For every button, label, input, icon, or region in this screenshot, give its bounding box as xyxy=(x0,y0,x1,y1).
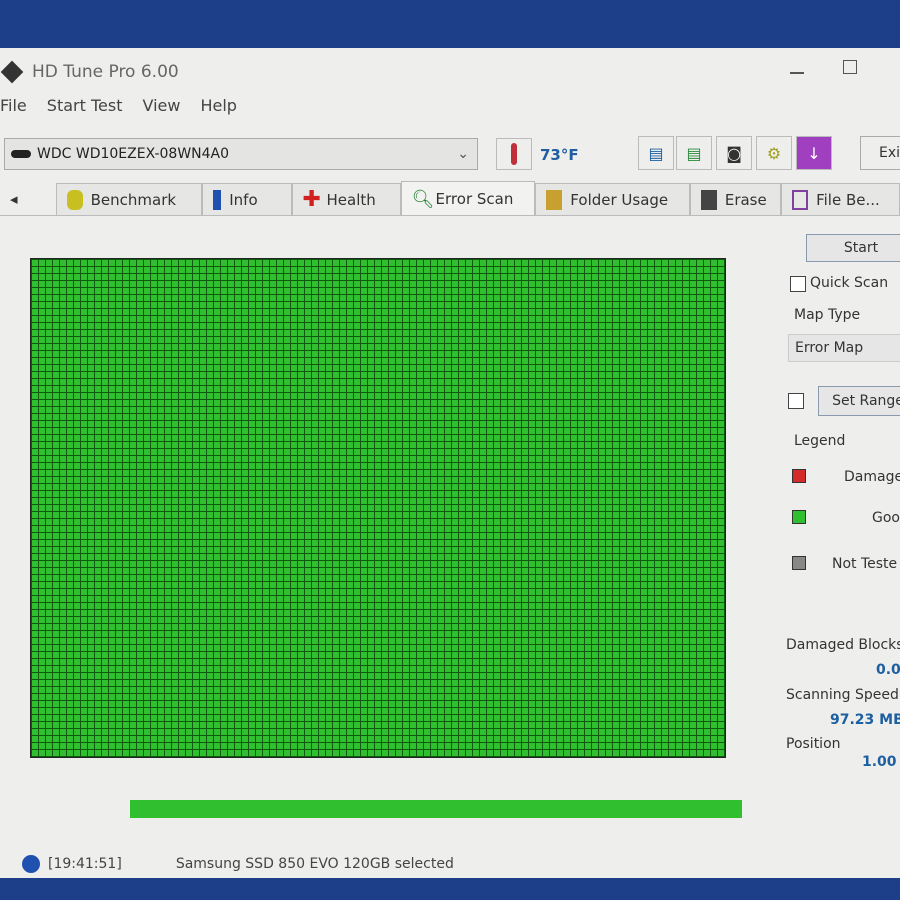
tab-file-benchmark[interactable]: File Be... xyxy=(781,183,900,215)
set-range-button[interactable]: Set Range xyxy=(818,386,900,416)
exit-button[interactable]: Exi xyxy=(860,136,900,170)
tab-health[interactable]: ✚ Health xyxy=(291,183,401,215)
legend-not-tested-label: Not Teste xyxy=(832,556,898,572)
drive-name: WDC WD10EZEX-08WN4A0 xyxy=(37,146,230,162)
info-icon xyxy=(22,855,40,873)
minimize-button[interactable] xyxy=(790,72,804,74)
legend-not-tested-swatch xyxy=(792,556,806,570)
legend-label: Legend xyxy=(794,433,846,449)
thermometer-icon xyxy=(496,138,532,170)
options-icon[interactable]: ⚙ xyxy=(756,136,792,170)
info-icon xyxy=(213,189,222,210)
app-logo-icon xyxy=(0,60,24,84)
error-map-grid xyxy=(30,258,726,758)
temperature-value: 73°F xyxy=(540,146,579,164)
magnifier-icon: 🔍︎ xyxy=(411,188,435,210)
start-button[interactable]: Start xyxy=(806,234,900,262)
scanning-speed-value: 97.23 MB xyxy=(830,712,900,728)
tab-erase[interactable]: Erase xyxy=(689,183,782,215)
position-label: Position xyxy=(786,736,841,752)
file-icon xyxy=(792,189,809,210)
title-bar: HD Tune Pro 6.00 xyxy=(0,58,900,86)
legend-damaged-label: Damage xyxy=(844,469,900,485)
benchmark-icon xyxy=(66,189,83,210)
menu-help[interactable]: Help xyxy=(200,96,236,115)
trash-icon xyxy=(700,189,717,210)
position-value: 1.00 xyxy=(862,754,897,770)
menu-start-test[interactable]: Start Test xyxy=(47,96,123,115)
maximize-button[interactable] xyxy=(843,60,857,74)
menu-view[interactable]: View xyxy=(142,96,180,115)
menu-file[interactable]: File xyxy=(0,96,27,115)
map-type-label: Map Type xyxy=(794,307,861,323)
disk-icon xyxy=(11,150,31,158)
save-down-arrow-icon[interactable]: ↓ xyxy=(796,136,832,170)
damaged-blocks-label: Damaged Blocks xyxy=(786,637,900,653)
copy-info-button[interactable]: ▤ xyxy=(638,136,674,170)
scan-progress-bar xyxy=(130,800,742,818)
status-message: Samsung SSD 850 EVO 120GB selected xyxy=(175,856,454,872)
status-bar: [19:41:51] Samsung SSD 850 EVO 120GB sel… xyxy=(0,850,900,878)
folder-icon xyxy=(546,189,563,210)
camera-icon[interactable]: ◙ xyxy=(716,136,752,170)
legend-good-label: Goo xyxy=(872,510,900,526)
tab-bar: ◂ Benchmark Info ✚ Health 🔍︎ Error Scan Fo… xyxy=(0,181,900,216)
scanning-speed-label: Scanning Speed xyxy=(786,687,899,703)
damaged-blocks-value: 0.0 xyxy=(876,662,900,678)
legend-damaged-swatch xyxy=(792,469,806,483)
tab-scroll-left-icon[interactable]: ◂ xyxy=(0,183,56,215)
window-title: HD Tune Pro 6.00 xyxy=(32,62,179,82)
drive-select[interactable]: WDC WD10EZEX-08WN4A0 ⌄ xyxy=(4,138,478,170)
tab-info[interactable]: Info xyxy=(202,183,292,215)
legend-good-swatch xyxy=(792,510,806,524)
chevron-down-icon: ⌄ xyxy=(457,146,469,162)
set-range-checkbox[interactable] xyxy=(788,393,804,409)
hd-tune-window: HD Tune Pro 6.00 File Start Test View He… xyxy=(0,48,900,878)
tab-folder-usage[interactable]: Folder Usage xyxy=(535,183,690,215)
copy-results-button[interactable]: ▤ xyxy=(676,136,712,170)
menu-bar: File Start Test View Help xyxy=(0,96,237,115)
status-time: [19:41:51] xyxy=(48,856,122,872)
quick-scan-label: Quick Scan xyxy=(810,275,889,291)
quick-scan-checkbox[interactable] xyxy=(790,276,806,292)
map-type-select[interactable]: Error Map xyxy=(788,334,900,362)
health-cross-icon: ✚ xyxy=(302,186,321,212)
tab-benchmark[interactable]: Benchmark xyxy=(55,183,203,215)
tab-error-scan[interactable]: 🔍︎ Error Scan xyxy=(400,181,536,215)
